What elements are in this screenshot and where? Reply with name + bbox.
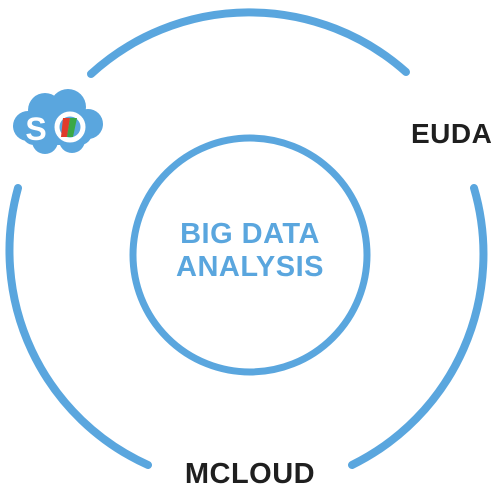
center-title-line-2: ANALYSIS [176,251,324,283]
diagram-canvas: S BIG DATA ANALYSIS EUDA MCLOUD [0,0,500,500]
svg-text:S: S [25,111,46,147]
mcloud-label: MCLOUD [184,458,316,490]
outer-ring-arc-right [348,184,488,469]
euda-label: EUDA [411,118,493,149]
outer-ring-arc-left [5,184,152,469]
outer-ring-arc-top [87,8,410,78]
cloud-logo-icon: S [13,89,103,154]
center-title: BIG DATA ANALYSIS [150,218,350,284]
center-title-line-1: BIG DATA [180,218,320,250]
